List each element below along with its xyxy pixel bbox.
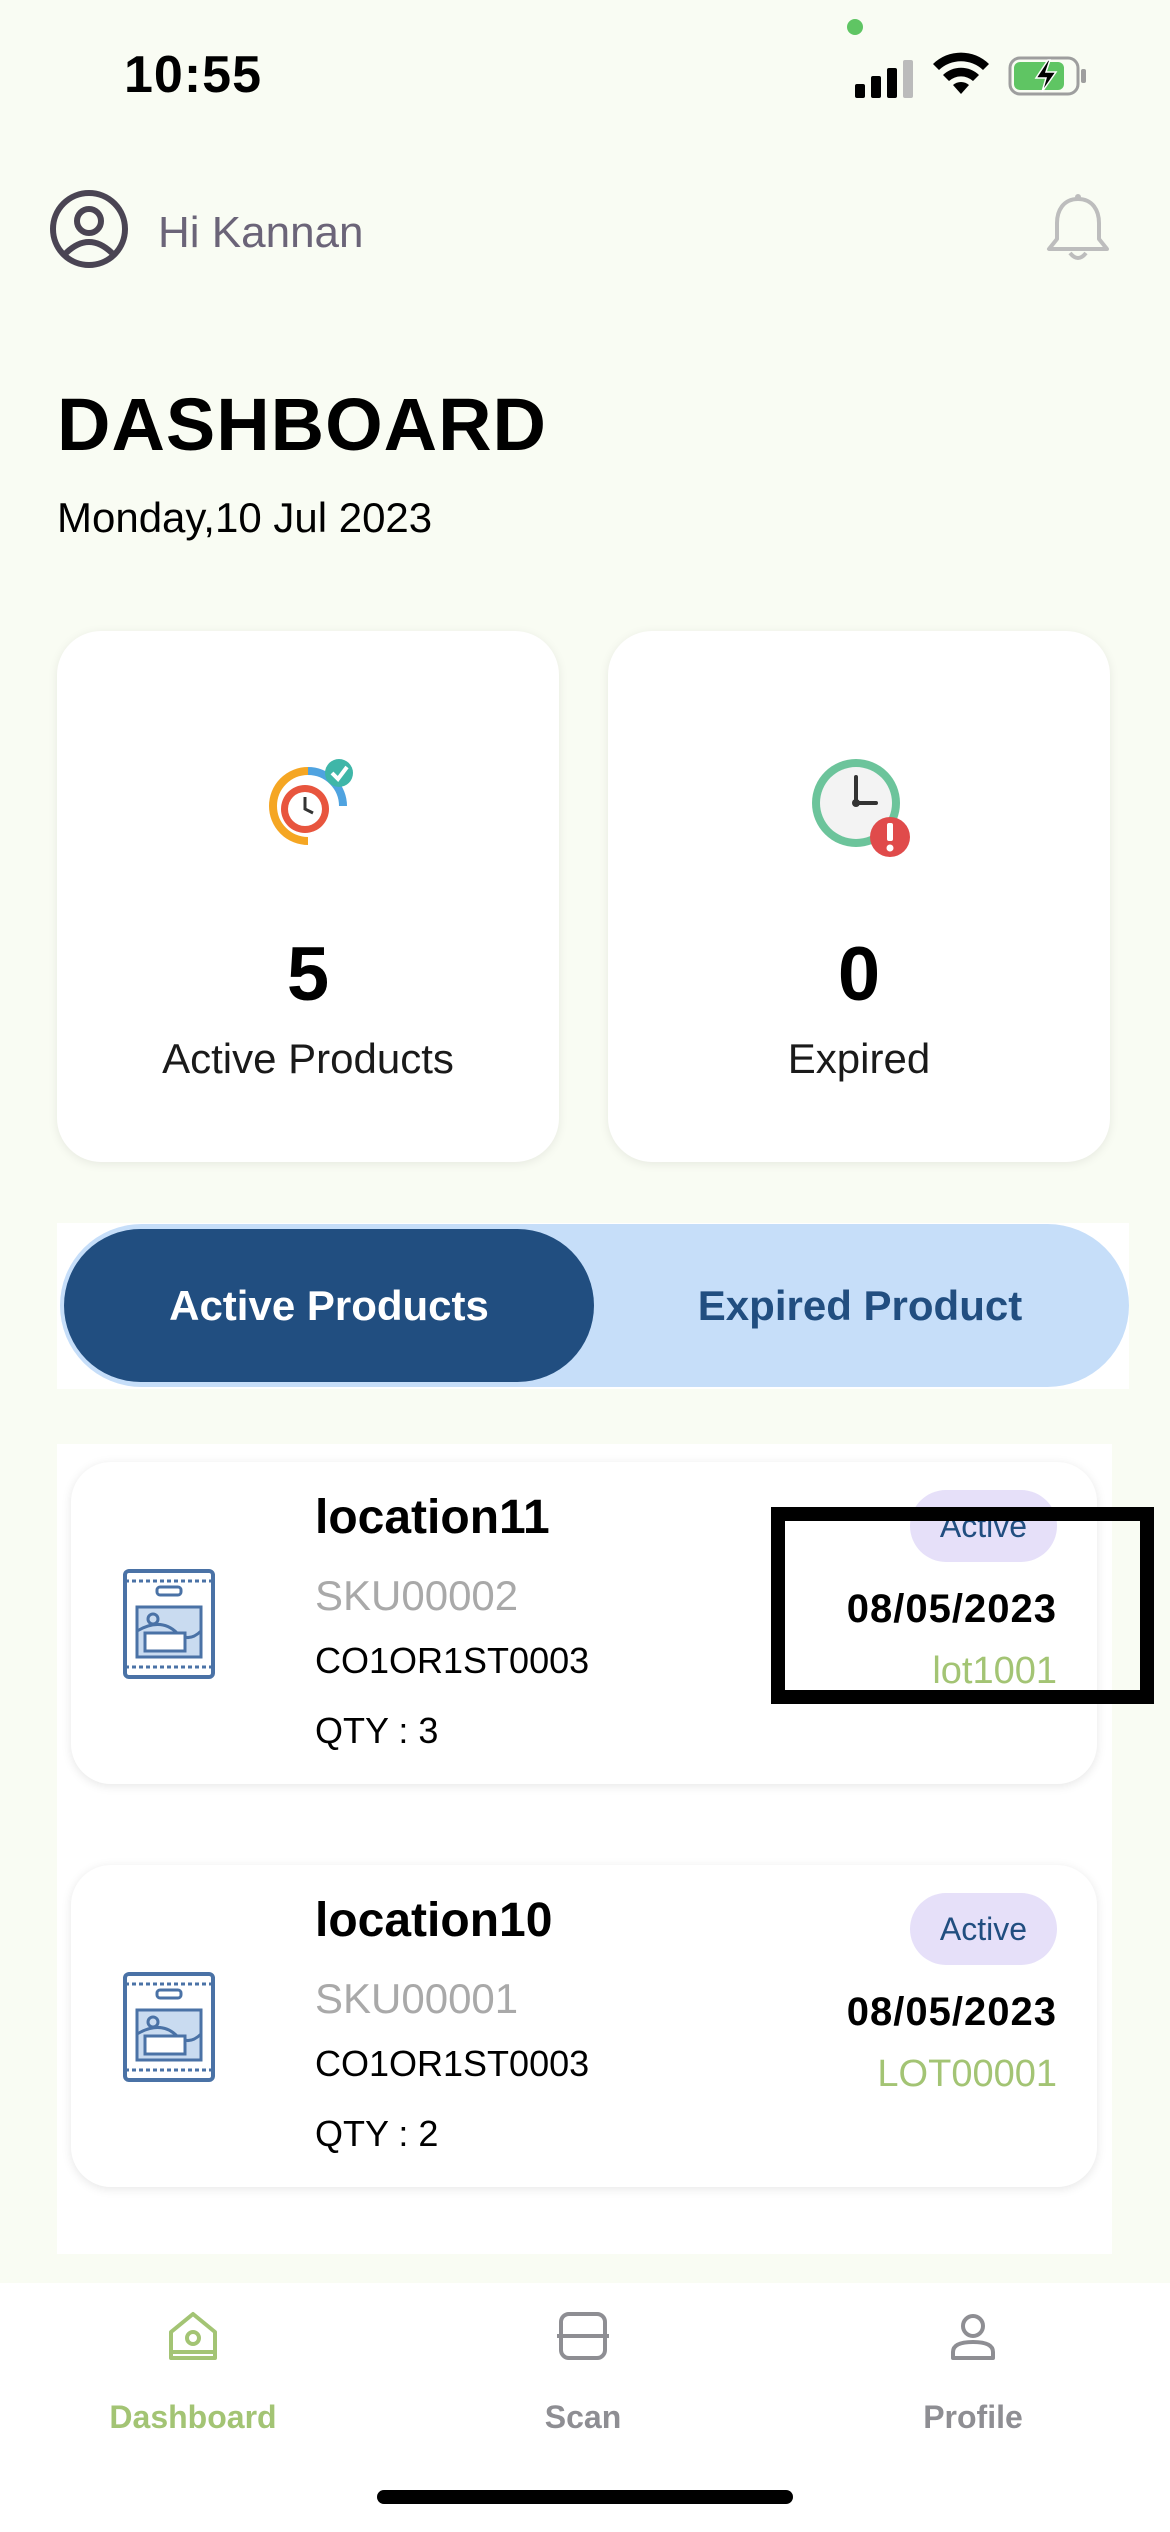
nav-item-scan[interactable]: Scan xyxy=(433,2306,733,2436)
nav-label-profile: Profile xyxy=(923,2399,1023,2435)
product-date: 08/05/2023 xyxy=(846,1990,1057,2034)
active-clock-icon xyxy=(269,759,353,845)
product-code: CO1OR1ST0003 xyxy=(315,2043,590,2084)
package-icon xyxy=(123,1972,215,2082)
active-products-label: Active Products xyxy=(162,1035,454,1082)
status-time: 10:55 xyxy=(124,46,262,104)
wifi-icon xyxy=(933,52,989,94)
active-products-card[interactable]: 5 Active Products xyxy=(57,631,559,1162)
highlight-box xyxy=(771,1507,1154,1704)
greeting-text: Hi Kannan xyxy=(158,208,364,257)
user-avatar-icon[interactable] xyxy=(49,189,129,269)
expired-card[interactable]: 0 Expired xyxy=(608,631,1110,1162)
notification-bell-icon[interactable] xyxy=(1043,193,1113,265)
product-sku: SKU00001 xyxy=(315,1975,519,2022)
product-location: location10 xyxy=(315,1894,553,1947)
expired-label: Expired xyxy=(787,1035,931,1082)
cellular-signal-icon xyxy=(855,58,913,98)
active-products-count: 5 xyxy=(286,932,330,1017)
profile-icon xyxy=(951,2314,995,2360)
home-indicator[interactable] xyxy=(377,2490,793,2504)
expired-count: 0 xyxy=(837,932,881,1017)
nav-label-dashboard: Dashboard xyxy=(109,2399,277,2435)
nav-label-scan: Scan xyxy=(544,2399,622,2435)
product-lot: LOT00001 xyxy=(877,2053,1057,2095)
tab-active-products[interactable]: Active Products xyxy=(64,1229,594,1382)
product-sku: SKU00002 xyxy=(315,1572,519,1619)
battery-charging-icon xyxy=(1008,56,1086,96)
product-code: CO1OR1ST0003 xyxy=(315,1640,590,1681)
status-badge: Active xyxy=(909,1893,1057,1965)
package-icon xyxy=(123,1569,215,1679)
product-card[interactable]: location10 SKU00001 CO1OR1ST0003 QTY : 2… xyxy=(71,1865,1097,2187)
home-icon xyxy=(169,2312,217,2360)
product-qty: QTY : 3 xyxy=(315,1710,439,1751)
product-location: location11 xyxy=(315,1491,550,1544)
expired-clock-icon xyxy=(812,759,910,857)
tab-expired-product[interactable]: Expired Product xyxy=(600,1229,1120,1382)
privacy-indicator-dot xyxy=(847,19,863,35)
page-date: Monday,10 Jul 2023 xyxy=(57,494,433,541)
nav-item-dashboard[interactable]: Dashboard xyxy=(43,2306,343,2436)
page-title: DASHBOARD xyxy=(57,383,547,466)
scan-icon xyxy=(557,2312,609,2360)
nav-item-profile[interactable]: Profile xyxy=(823,2306,1123,2436)
product-qty: QTY : 2 xyxy=(315,2113,439,2154)
